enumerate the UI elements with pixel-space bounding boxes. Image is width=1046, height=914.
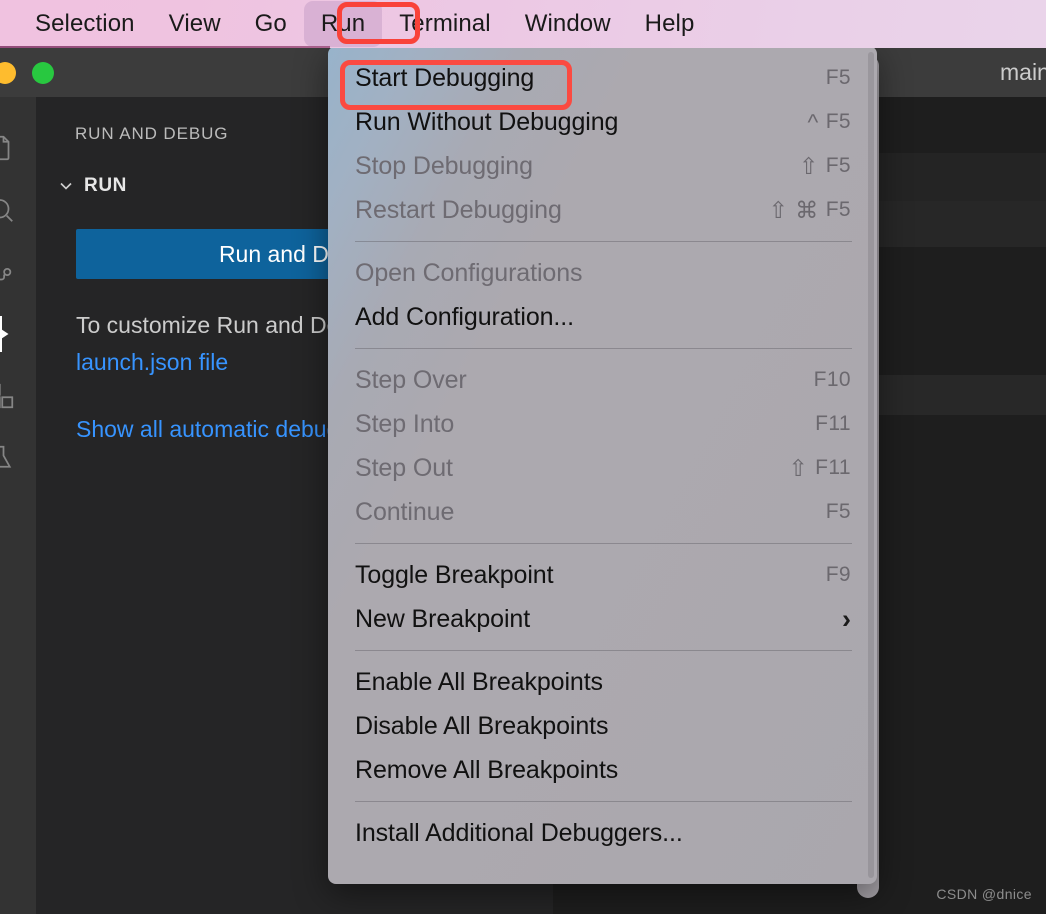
menu-item-run-without-debugging[interactable]: Run Without Debugging ^ F5 [328, 100, 877, 144]
menubar-item-window[interactable]: Window [508, 0, 628, 48]
menu-item-label: Open Configurations [355, 259, 582, 288]
shift-symbol: ⇧ [799, 155, 819, 178]
shortcut-key: F11 [815, 412, 851, 436]
chevron-right-icon: › [842, 606, 851, 633]
menubar-item-view[interactable]: View [152, 0, 238, 48]
menu-item-shortcut: F5 [826, 66, 851, 90]
shortcut-key: F5 [826, 198, 851, 222]
menu-item-step-over: Step Over F10 [328, 358, 877, 402]
menu-item-step-out: Step Out ⇧ F11 [328, 446, 877, 490]
menu-item-label: Continue [355, 498, 454, 527]
menu-item-shortcut: F5 [826, 500, 851, 524]
menu-item-label: Step Into [355, 410, 454, 439]
testing-icon[interactable] [0, 427, 36, 489]
shortcut-key: F5 [826, 500, 851, 524]
control-symbol: ^ [807, 111, 818, 134]
shift-symbol: ⇧ [789, 457, 809, 480]
activity-bar [0, 97, 36, 914]
menu-item-continue: Continue F5 [328, 490, 877, 534]
shortcut-key: F10 [814, 368, 851, 392]
explorer-icon[interactable] [0, 117, 36, 179]
menu-item-label: Step Over [355, 366, 467, 395]
menubar-item-selection[interactable]: Selection [18, 0, 152, 48]
menu-bar-items: SelectionViewGoRunTerminalWindowHelp [0, 0, 711, 48]
menubar-item-run[interactable]: Run [304, 1, 382, 47]
menu-item-label: Step Out [355, 454, 453, 483]
screenshot-root: main.go — gin-C [0, 0, 1046, 914]
menu-item-shortcut: F9 [826, 563, 851, 587]
menu-item-shortcut: F11 [815, 412, 851, 436]
menubar-item-help[interactable]: Help [628, 0, 712, 48]
shortcut-key: F11 [815, 456, 851, 480]
menu-item-add-configuration[interactable]: Add Configuration... [328, 295, 877, 339]
menu-item-start-debugging[interactable]: Start Debugging F5 [328, 56, 877, 100]
menu-item-stop-debugging: Stop Debugging ⇧ F5 [328, 144, 877, 188]
menu-item-label: Start Debugging [355, 64, 534, 93]
menu-item-label: Add Configuration... [355, 303, 574, 332]
menu-item-shortcut: ⇧ ⌘ F5 [769, 198, 851, 222]
menu-separator [355, 543, 852, 544]
menu-body: Start Debugging F5 Run Without Debugging ^ F… [328, 56, 877, 855]
command-symbol: ⌘ [795, 199, 818, 222]
run-and-debug-icon[interactable] [0, 303, 36, 365]
menu-item-shortcut: ⇧ F11 [789, 456, 852, 480]
search-icon[interactable] [0, 179, 36, 241]
menu-item-install-additional-debuggers[interactable]: Install Additional Debuggers... [328, 811, 877, 855]
menu-separator [355, 801, 852, 802]
shift-symbol: ⇧ [769, 199, 789, 222]
chevron-down-icon [56, 176, 76, 196]
menu-item-label: Remove All Breakpoints [355, 756, 618, 785]
menu-item-enable-all-breakpoints[interactable]: Enable All Breakpoints [328, 660, 877, 704]
shortcut-key: F5 [826, 66, 851, 90]
menu-item-shortcut: ⇧ F5 [799, 154, 851, 178]
shortcut-key: F9 [826, 563, 851, 587]
menu-item-label: Toggle Breakpoint [355, 561, 553, 590]
shortcut-key: F5 [826, 154, 851, 178]
menu-item-toggle-breakpoint[interactable]: Toggle Breakpoint F9 [328, 553, 877, 597]
menu-item-label: Disable All Breakpoints [355, 712, 608, 741]
menu-separator [355, 348, 852, 349]
menubar-item-go[interactable]: Go [238, 0, 304, 48]
menu-item-new-breakpoint[interactable]: New Breakpoint › [328, 597, 877, 641]
menu-item-label: Install Additional Debuggers... [355, 819, 683, 848]
source-control-icon[interactable] [0, 241, 36, 303]
run-section-label: RUN [84, 175, 127, 197]
menu-bar-divider [0, 46, 330, 48]
menu-item-open-configurations: Open Configurations [328, 251, 877, 295]
menu-separator [355, 650, 852, 651]
menu-separator [355, 241, 852, 242]
extensions-icon[interactable] [0, 365, 36, 427]
watermark: CSDN @dnice [936, 886, 1032, 902]
menu-item-label: New Breakpoint [355, 605, 530, 634]
menu-item-shortcut: ^ F5 [807, 110, 851, 134]
menu-item-label: Enable All Breakpoints [355, 668, 603, 697]
menu-item-step-into: Step Into F11 [328, 402, 877, 446]
run-dropdown-menu: Start Debugging F5 Run Without Debugging ^ F… [328, 46, 877, 884]
shortcut-key: F5 [826, 110, 851, 134]
menu-item-shortcut: F10 [814, 368, 851, 392]
menu-item-disable-all-breakpoints[interactable]: Disable All Breakpoints [328, 704, 877, 748]
menu-item-label: Restart Debugging [355, 196, 562, 225]
menu-item-restart-debugging: Restart Debugging ⇧ ⌘ F5 [328, 188, 877, 232]
menu-scrollbar[interactable] [868, 52, 874, 878]
menubar-item-terminal[interactable]: Terminal [382, 0, 508, 48]
auto-cfg-line1: Show all automatic debug [76, 416, 339, 442]
menu-item-remove-all-breakpoints[interactable]: Remove All Breakpoints [328, 748, 877, 792]
menu-item-label: Run Without Debugging [355, 108, 618, 137]
macos-menu-bar: SelectionViewGoRunTerminalWindowHelp [0, 0, 1046, 48]
menu-item-label: Stop Debugging [355, 152, 533, 181]
